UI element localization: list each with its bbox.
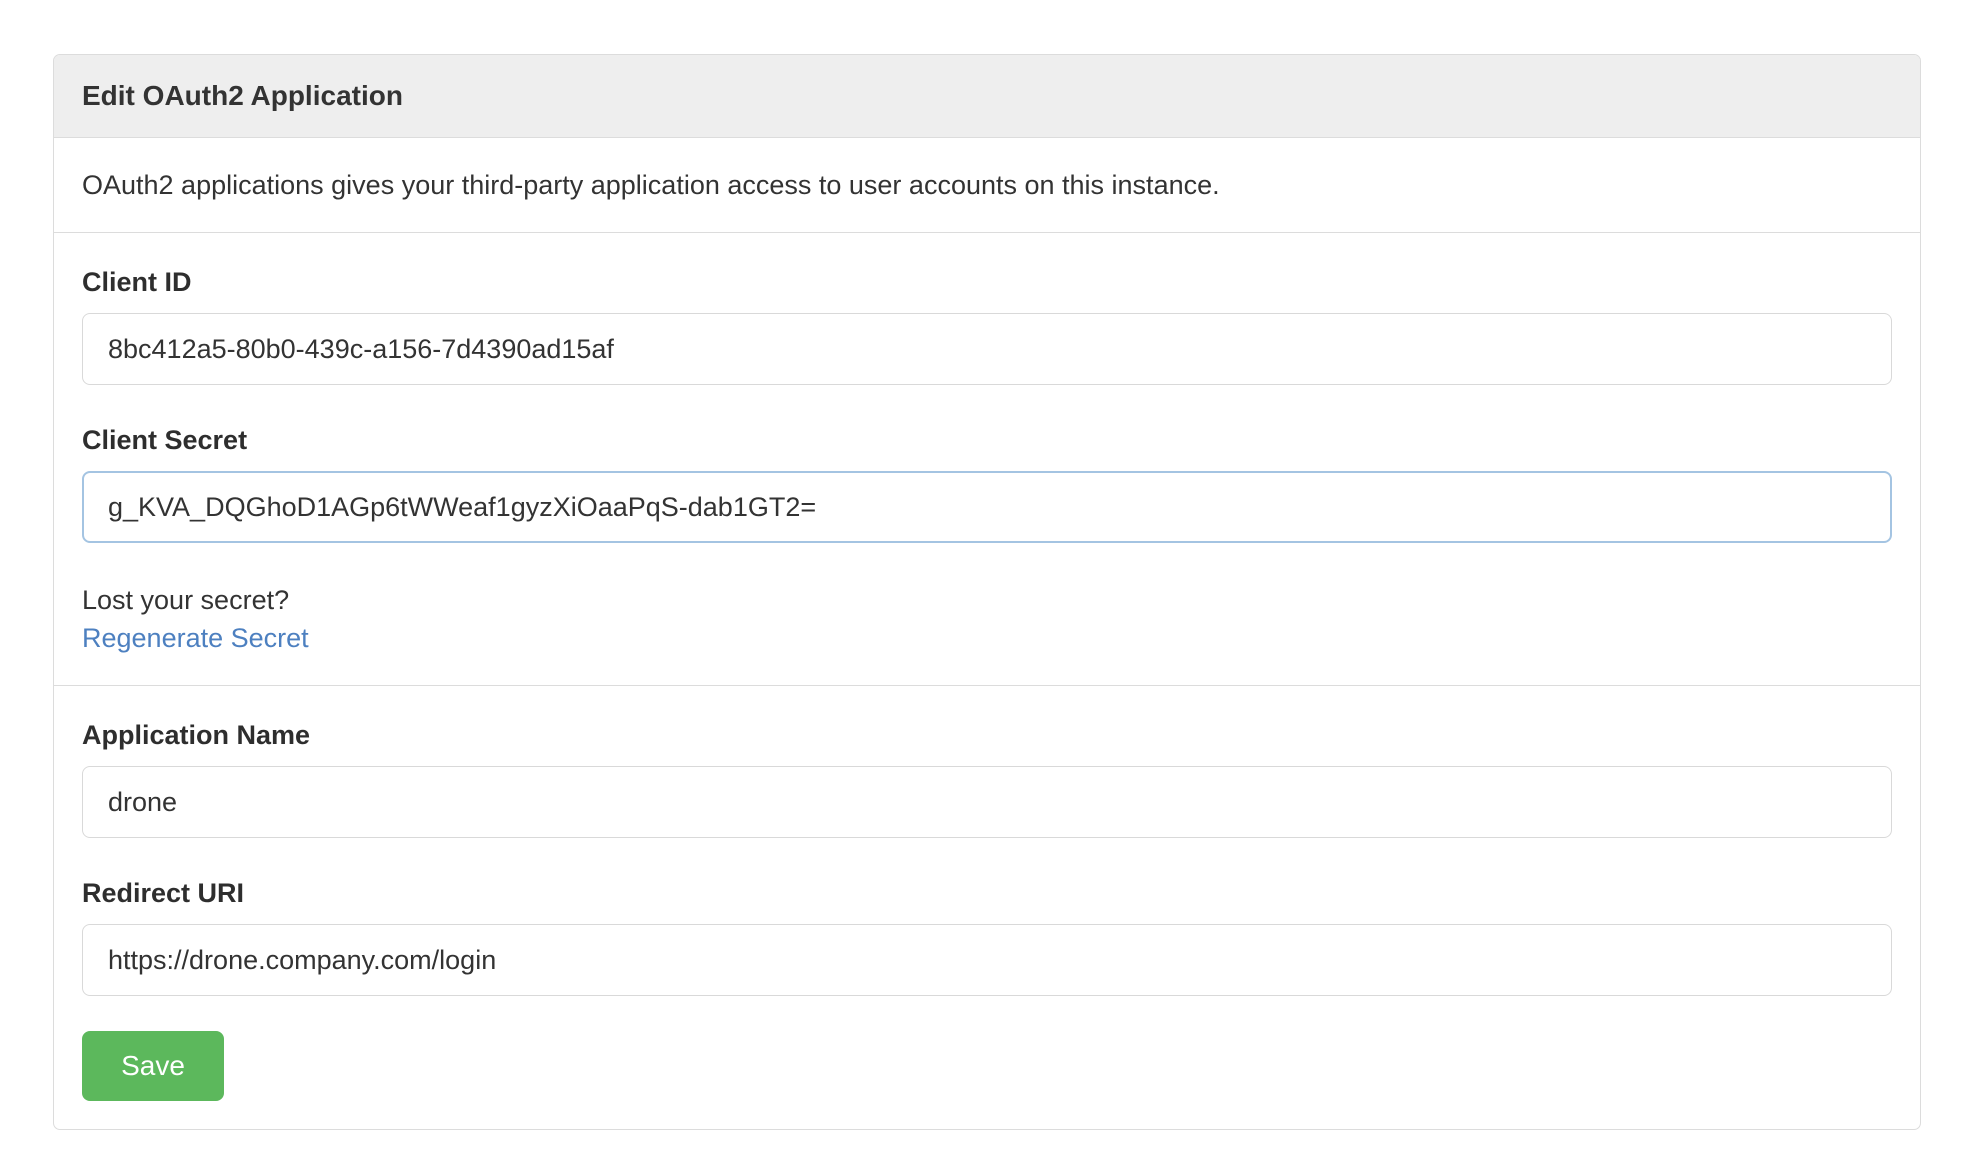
- regenerate-secret-link[interactable]: Regenerate Secret: [82, 623, 309, 653]
- description-text: OAuth2 applications gives your third-par…: [82, 170, 1220, 200]
- application-section: Application Name Redirect URI Save: [54, 686, 1920, 1129]
- panel-title: Edit OAuth2 Application: [82, 80, 403, 112]
- secret-help: Lost your secret? Regenerate Secret: [82, 581, 1892, 657]
- client-secret-input[interactable]: [82, 471, 1892, 543]
- client-id-group: Client ID: [82, 267, 1892, 385]
- client-id-label: Client ID: [82, 267, 1892, 298]
- page: { "header": { "title": "Edit OAuth2 Appl…: [0, 0, 1982, 1170]
- application-name-input[interactable]: [82, 766, 1892, 838]
- application-name-label: Application Name: [82, 720, 1892, 751]
- edit-oauth2-application-panel: Edit OAuth2 Application OAuth2 applicati…: [53, 54, 1921, 1130]
- panel-heading: Edit OAuth2 Application: [54, 55, 1920, 138]
- credentials-section: Client ID Client Secret Lost your secret…: [54, 233, 1920, 686]
- redirect-uri-input[interactable]: [82, 924, 1892, 996]
- lost-secret-question: Lost your secret?: [82, 581, 1892, 619]
- application-name-group: Application Name: [82, 720, 1892, 838]
- redirect-uri-group: Redirect URI: [82, 878, 1892, 996]
- save-button[interactable]: Save: [82, 1031, 224, 1101]
- redirect-uri-label: Redirect URI: [82, 878, 1892, 909]
- panel-description: OAuth2 applications gives your third-par…: [54, 138, 1920, 233]
- client-secret-group: Client Secret: [82, 425, 1892, 543]
- client-secret-label: Client Secret: [82, 425, 1892, 456]
- client-id-input[interactable]: [82, 313, 1892, 385]
